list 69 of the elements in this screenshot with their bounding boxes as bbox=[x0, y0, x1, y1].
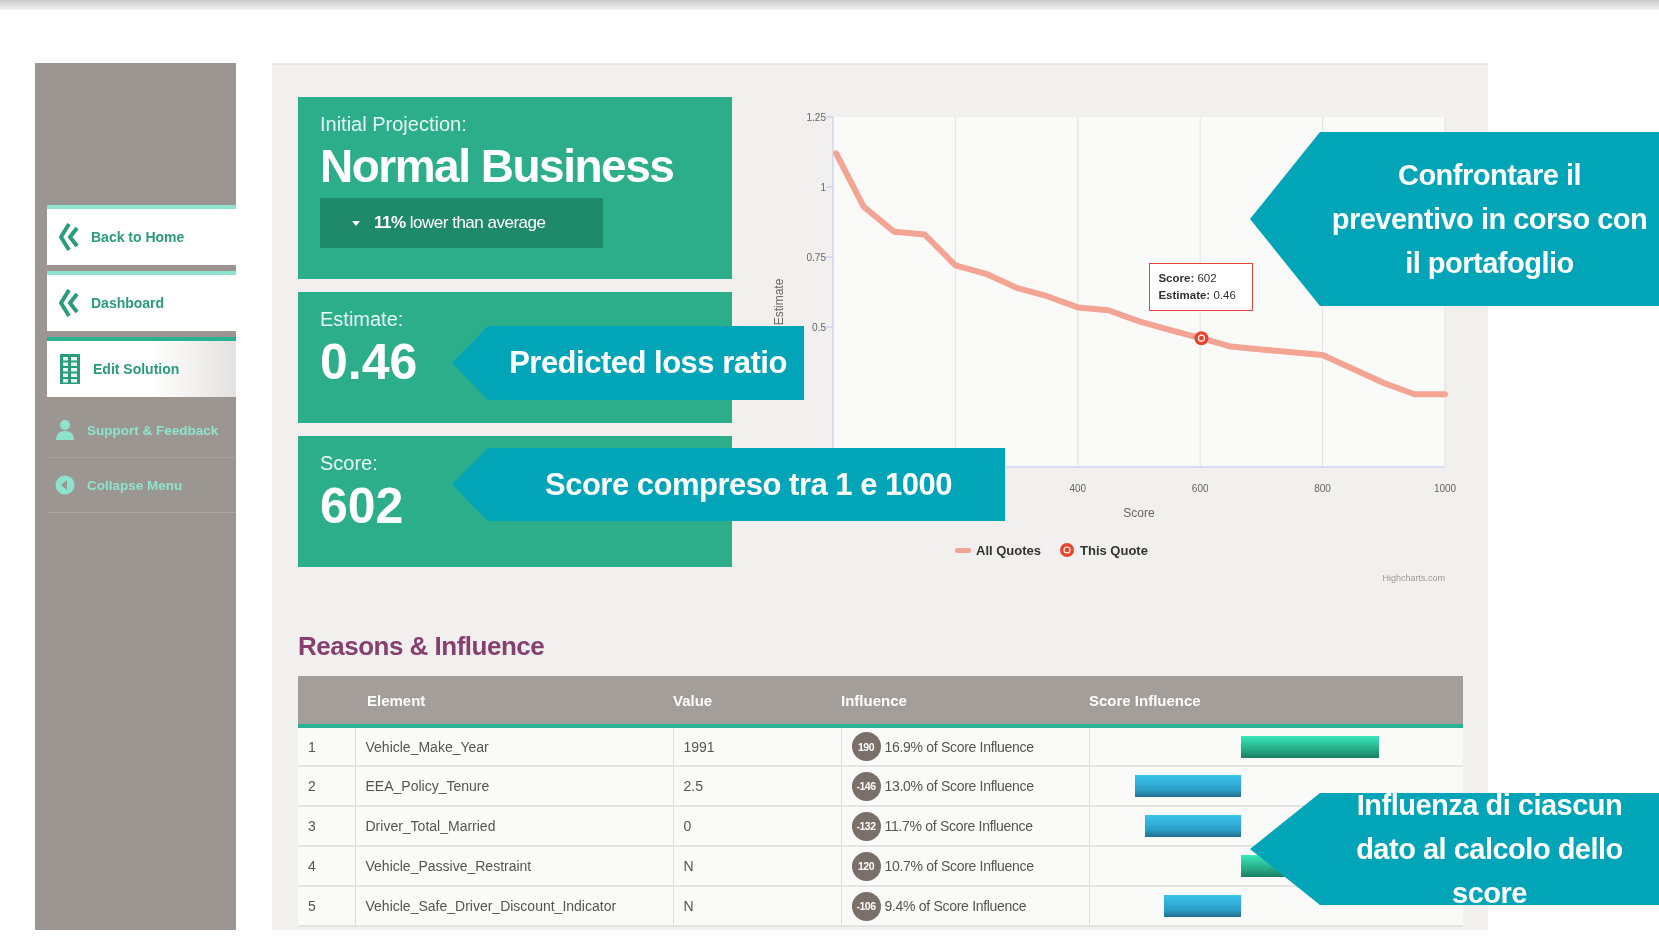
influence-text: 11.7% of Score Influence bbox=[884, 818, 1033, 834]
influence-badge: -146 bbox=[851, 771, 881, 801]
column-header: Element bbox=[355, 676, 673, 726]
x-tick-label: 1000 bbox=[1433, 483, 1457, 494]
influence-badge: -132 bbox=[851, 811, 881, 841]
table-cell: 0 bbox=[673, 806, 841, 846]
projection-value: Normal Business bbox=[320, 139, 675, 194]
column-header: Value bbox=[673, 676, 841, 726]
nav-item[interactable]: Dashboard bbox=[47, 271, 236, 331]
credit-text: Highcharts.com bbox=[1382, 573, 1445, 583]
legend-label: All Quotes bbox=[976, 543, 1041, 558]
table-cell: Driver_Total_Married bbox=[355, 806, 673, 846]
nav-item[interactable]: Support & Feedback bbox=[47, 403, 236, 458]
influence-text: 9.4% of Score Influence bbox=[884, 898, 1027, 914]
data-point bbox=[1194, 331, 1209, 346]
y-tick-label: 0.75 bbox=[806, 252, 826, 263]
spreadsheet-icon bbox=[59, 353, 81, 385]
double-chevron-icon bbox=[59, 288, 79, 318]
callout: Score compreso tra 1 e 1000 bbox=[452, 448, 1005, 521]
table-cell: Vehicle_Passive_Restraint bbox=[355, 846, 673, 886]
table-cell: 5 bbox=[298, 886, 355, 926]
influence-badge: -106 bbox=[851, 891, 881, 921]
influence-badge: 120 bbox=[851, 851, 881, 881]
table-cell: 2 bbox=[298, 766, 355, 806]
y-axis-title: Estimate bbox=[772, 278, 786, 326]
x-tick-label: 600 bbox=[1191, 483, 1209, 494]
trend-text: 11% lower than average bbox=[374, 213, 546, 233]
influence-text: 10.7% of Score Influence bbox=[884, 858, 1034, 874]
table-cell: 1 bbox=[298, 726, 355, 766]
influence-text: 16.9% of Score Influence bbox=[884, 738, 1034, 755]
influence-badge: 190 bbox=[851, 732, 881, 761]
caret-icon bbox=[352, 220, 360, 226]
column-header: Score Influence bbox=[1089, 676, 1463, 726]
column-header: Influence bbox=[841, 676, 1089, 726]
legend-point-icon bbox=[1060, 543, 1074, 557]
x-tick-label: 800 bbox=[1314, 483, 1331, 494]
nav-item[interactable]: Edit Solution bbox=[47, 337, 236, 397]
callout: Confrontare il preventivo in corso con il portafoglio bbox=[1250, 132, 1659, 306]
y-tick-label: 1 bbox=[820, 182, 826, 193]
table-cell: Vehicle_Safe_Driver_Discount_Indicator bbox=[355, 886, 673, 926]
person-icon bbox=[55, 419, 75, 441]
table-cell: 1991 bbox=[673, 726, 841, 766]
tooltip-text: Estimate: 0.46 bbox=[1158, 288, 1237, 304]
nav-item[interactable]: Back to Home bbox=[47, 205, 236, 265]
table-cell: EEA_Policy_Tenure bbox=[355, 766, 673, 806]
estimate-value: 0.46 bbox=[320, 333, 418, 392]
table-cell: 4 bbox=[298, 846, 355, 886]
card-label: Initial Projection: bbox=[320, 113, 468, 136]
y-tick-label: 0.5 bbox=[812, 322, 826, 333]
back-circle-icon bbox=[55, 475, 75, 495]
callout: Influenza di ciascun dato al calcolo dello score bbox=[1250, 793, 1659, 905]
table-cell: N bbox=[673, 886, 841, 926]
table-cell: 3 bbox=[298, 806, 355, 846]
table-cell: N bbox=[673, 846, 841, 886]
tooltip-text: Score: 602 bbox=[1158, 271, 1218, 287]
score-value: 602 bbox=[320, 477, 404, 536]
legend-label: This Quote bbox=[1080, 543, 1148, 558]
callout: Predicted loss ratio bbox=[452, 326, 804, 400]
y-tick-label: 1.25 bbox=[806, 112, 826, 123]
section-title: Reasons & Influence bbox=[298, 631, 546, 662]
table-cell: Vehicle_Make_Year bbox=[355, 726, 673, 766]
double-chevron-icon bbox=[59, 222, 79, 252]
table-cell: 2.5 bbox=[673, 766, 841, 806]
x-axis-title: Score bbox=[1123, 506, 1155, 520]
x-tick-label: 400 bbox=[1069, 483, 1087, 494]
card-label: Score: bbox=[320, 452, 379, 475]
influence-text: 13.0% of Score Influence bbox=[884, 778, 1034, 794]
card-label: Estimate: bbox=[320, 308, 405, 331]
nav-item[interactable]: Collapse Menu bbox=[47, 458, 236, 513]
